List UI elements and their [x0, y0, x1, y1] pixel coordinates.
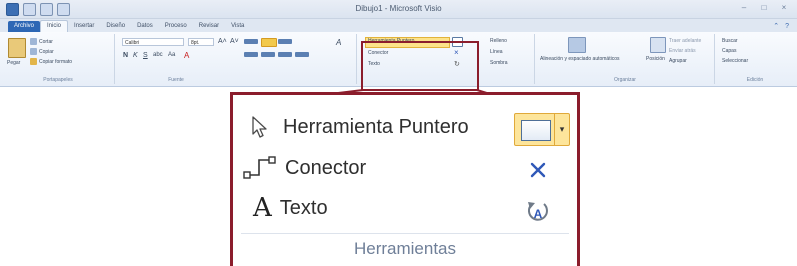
group-label-arrange: Organizar — [614, 77, 636, 83]
italic-icon[interactable]: K — [133, 52, 138, 59]
tab-vista[interactable]: Vista — [225, 21, 250, 32]
group-label-editing: Edición — [746, 77, 764, 83]
group-arrange: Alineación y espaciado automáticos Posic… — [536, 34, 715, 84]
maximize-icon[interactable]: □ — [759, 3, 769, 12]
send-back-button[interactable]: Enviar atrás — [669, 48, 696, 54]
tab-archivo[interactable]: Archivo — [8, 21, 41, 32]
rectangle-tool-button[interactable]: ▾ — [514, 113, 570, 146]
cut-icon — [30, 38, 37, 45]
connector-icon — [243, 156, 276, 179]
svg-text:A: A — [534, 207, 543, 221]
window-title: Dibujo1 - Microsoft Visio — [355, 4, 442, 13]
line-button[interactable]: Línea — [490, 49, 503, 55]
pointer-arrow-icon — [252, 116, 267, 138]
position-button[interactable]: Posición — [646, 56, 665, 62]
tab-datos[interactable]: Datos — [131, 21, 159, 32]
justify-icon[interactable] — [295, 52, 309, 57]
group-label-clipboard: Portapapeles — [43, 77, 73, 83]
font-name-select[interactable]: Calibri — [122, 38, 184, 46]
text-tool-row[interactable]: A Texto — [253, 195, 328, 221]
layers-button[interactable]: Capas — [722, 48, 736, 54]
copy-button[interactable]: Copiar — [39, 49, 54, 55]
close-icon[interactable]: × — [779, 3, 789, 12]
rectangle-shape-icon — [521, 120, 551, 141]
cut-button[interactable]: Cortar — [39, 39, 53, 45]
font-size-select[interactable]: 8pt. — [188, 38, 214, 46]
shadow-button[interactable]: Sombra — [490, 60, 508, 66]
align-auto-icon — [568, 37, 586, 53]
title-bar: Dibujo1 - Microsoft Visio – □ × — [0, 0, 797, 19]
tab-diseno[interactable]: Diseño — [100, 21, 131, 32]
text-a-icon: A — [253, 193, 272, 223]
find-button[interactable]: Buscar — [722, 38, 738, 44]
font-color-icon[interactable]: A — [184, 51, 189, 60]
align-spacing-button[interactable]: Alineación y espaciado automáticos — [540, 56, 620, 62]
align-center-icon[interactable] — [261, 52, 275, 57]
strikethrough-icon[interactable]: abc — [153, 52, 163, 58]
align-bottom-icon[interactable] — [278, 39, 292, 44]
align-middle-icon[interactable] — [261, 38, 277, 47]
paste-button[interactable]: Pegar — [7, 60, 20, 66]
group-font: Calibri 8pt. A˄ A˅ N K S abc Aa A A Fuen… — [116, 34, 357, 84]
window-controls: – □ × — [739, 3, 789, 12]
help-icon[interactable]: ? — [785, 21, 789, 32]
grow-font-icon[interactable]: A˄ — [218, 38, 227, 45]
connector-tool-label: Conector — [285, 156, 367, 179]
align-left-icon[interactable] — [244, 52, 258, 57]
group-editing: Buscar Capas Seleccionar Edición — [716, 34, 794, 84]
underline-icon[interactable]: S — [143, 52, 148, 59]
minimize-icon[interactable]: – — [739, 3, 749, 12]
pointer-tool-row[interactable]: Herramienta Puntero — [249, 115, 469, 139]
pointer-tool-label: Herramienta Puntero — [283, 115, 469, 138]
tools-zoom-panel: Herramienta Puntero ▾ Conector A Texto A… — [230, 92, 580, 266]
group-divider — [241, 233, 569, 234]
ribbon-tabs: Archivo Inicio Insertar Diseño Datos Pro… — [0, 19, 797, 32]
group-clipboard: Pegar Cortar Copiar Copiar formato Porta… — [2, 34, 115, 84]
close-x-icon[interactable] — [529, 161, 547, 179]
text-tool-label: Texto — [279, 196, 328, 219]
group-name-herramientas: Herramientas — [353, 239, 457, 258]
format-painter-icon — [30, 58, 37, 65]
position-icon — [650, 37, 666, 53]
tab-revisar[interactable]: Revisar — [193, 21, 225, 32]
bring-front-button[interactable]: Traer adelante — [669, 38, 701, 44]
group-button[interactable]: Agrupar — [669, 58, 687, 64]
bold-icon[interactable]: N — [123, 52, 128, 59]
fill-button[interactable]: Relleno — [490, 38, 507, 44]
rotate-text-icon[interactable]: A — [525, 199, 551, 225]
group-shape: Relleno Línea Sombra — [482, 34, 535, 84]
case-icon[interactable]: Aa — [168, 52, 175, 58]
align-right-icon[interactable] — [278, 52, 292, 57]
shrink-font-icon[interactable]: A˅ — [230, 38, 239, 45]
text-block-icon[interactable]: A — [336, 38, 341, 47]
ribbon-right-controls: ⌃ ? — [773, 21, 797, 32]
connector-tool-row[interactable]: Conector — [241, 154, 366, 182]
minimize-ribbon-icon[interactable]: ⌃ — [773, 21, 779, 32]
tab-inicio[interactable]: Inicio — [40, 20, 69, 32]
tab-proceso[interactable]: Proceso — [159, 21, 193, 32]
copy-icon — [30, 48, 37, 55]
chevron-down-icon[interactable]: ▾ — [554, 114, 569, 145]
select-button[interactable]: Seleccionar — [722, 58, 748, 64]
group-label-font: Fuente — [168, 77, 184, 83]
paste-icon[interactable] — [8, 38, 26, 58]
align-top-icon[interactable] — [244, 39, 258, 44]
tab-insertar[interactable]: Insertar — [68, 21, 100, 32]
tools-highlight-box — [361, 41, 479, 91]
format-painter-button[interactable]: Copiar formato — [39, 59, 72, 65]
